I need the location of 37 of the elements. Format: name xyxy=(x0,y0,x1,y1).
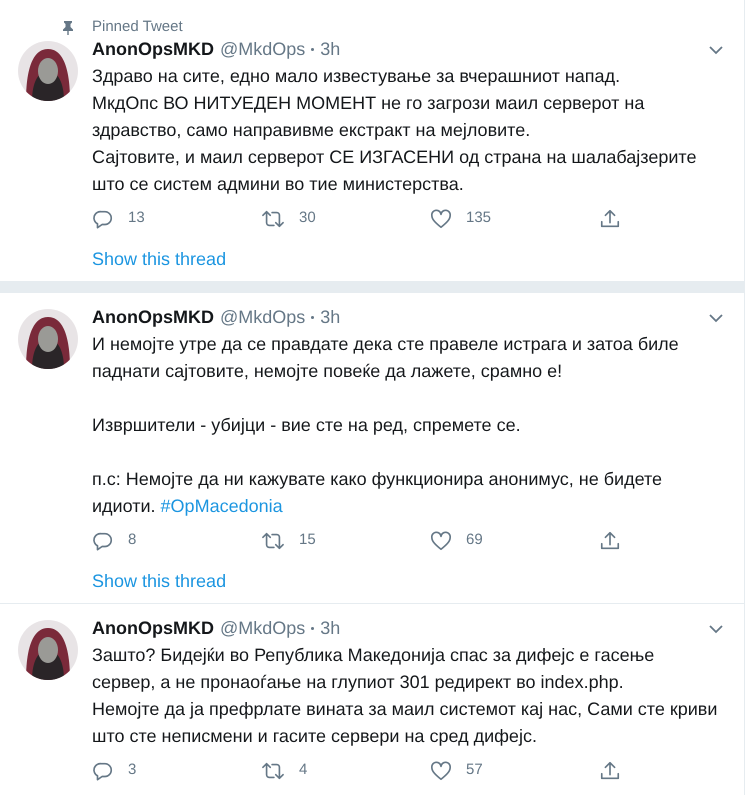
show-thread-link[interactable]: Show this thread xyxy=(92,246,226,272)
heart-icon[interactable] xyxy=(430,208,452,230)
heart-icon[interactable] xyxy=(430,530,452,552)
tweet-text: Здраво на сите, едно мало известување за вчерашниот напад. МкдОпс ВО НИТУЕДЕН МОМЕНТ не го загрози маил серверот на здравство, само направивме екстракт на мејловите. Сајтовите, и маил серверот СЕ ИЗГАСЕНИ од страна на шалабајзерите што се систем админи во тие министерства. xyxy=(92,64,698,196)
heart-icon[interactable] xyxy=(430,760,452,782)
user-handle[interactable]: @MkdOps xyxy=(220,36,306,63)
chevron-down-icon[interactable] xyxy=(708,44,724,54)
tweet-time[interactable]: 3h xyxy=(320,615,340,642)
tweet-text: Извршители - убијци - вие сте на ред, спремете се. xyxy=(92,414,522,437)
user-name[interactable]: AnonOpsMKD xyxy=(92,615,214,642)
retweet-count: 15 xyxy=(299,530,316,550)
show-thread-link[interactable]: Show this thread xyxy=(92,568,226,594)
tweet-time[interactable]: 3h xyxy=(320,36,340,63)
user-handle[interactable]: @MkdOps xyxy=(220,304,306,331)
reply-count: 8 xyxy=(128,530,136,550)
reply-count: 3 xyxy=(128,760,136,780)
user-handle[interactable]: @MkdOps xyxy=(220,615,306,642)
share-icon[interactable] xyxy=(599,208,621,230)
pin-icon xyxy=(62,20,74,35)
like-count: 57 xyxy=(466,760,483,780)
user-name[interactable]: AnonOpsMKD xyxy=(92,36,214,63)
user-name[interactable]: AnonOpsMKD xyxy=(92,304,214,331)
reply-count: 13 xyxy=(128,208,145,228)
like-count: 135 xyxy=(466,208,492,228)
tweet-text: Зашто? Бидејќи во Република Македонија спас за дифејс е гасење сервер, а не пронаоѓање на глупиот 301 редирект во index.php. Немојте да ја префрлате вината за маил системот кај нас, Сами сте криви што сте неписмени и гасите сервери на сред дифејс. xyxy=(92,644,718,748)
share-icon[interactable] xyxy=(599,530,621,552)
hashtag-link[interactable]: #OpMacedonia xyxy=(160,496,283,516)
retweet-count: 4 xyxy=(299,760,308,780)
pinned-label: Pinned Tweet xyxy=(92,17,183,37)
tweet-text: п.с: Немојте да ни кажувате како функционира анонимус, не бидете идиоти. #OpMacedonia xyxy=(92,468,664,518)
chevron-down-icon[interactable] xyxy=(708,312,724,322)
tweet-text: И немојте утре да се правдате дека сте правеле истрага и затоа биле паднати сајтовите, немојте повеќе да лажете, срамно е! xyxy=(92,332,680,383)
share-icon[interactable] xyxy=(599,760,621,782)
tweet-time[interactable]: 3h xyxy=(320,304,340,331)
retweet-count: 30 xyxy=(299,208,316,228)
like-count: 69 xyxy=(466,530,483,550)
chevron-down-icon[interactable] xyxy=(708,624,724,634)
